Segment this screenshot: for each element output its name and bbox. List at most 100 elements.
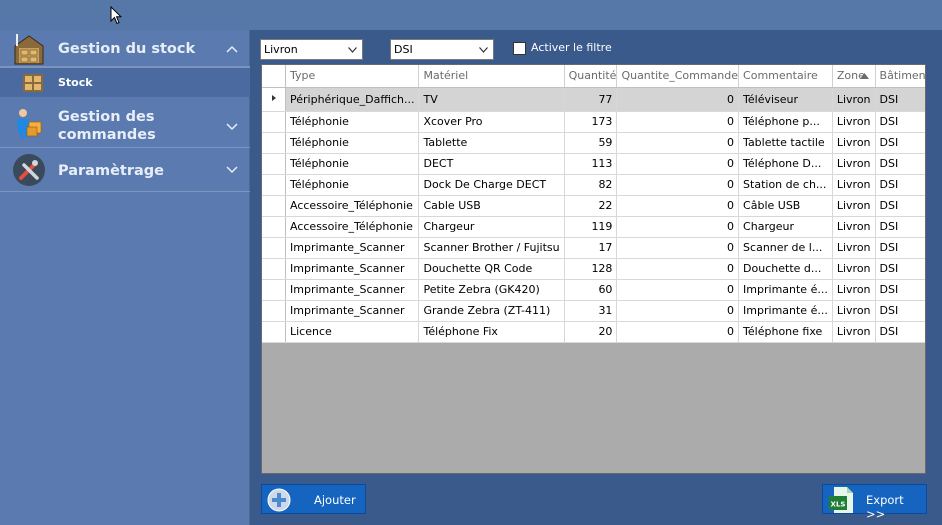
table-row[interactable]: Téléphonie Tablette 59 0 Tablette tactile Liv… [262,132,925,154]
table-cell[interactable]: 17 [564,237,618,259]
table-cell[interactable]: Périphérique_Daffich... [285,87,420,112]
table-cell[interactable]: 0 [616,132,740,154]
table-cell[interactable]: Livron [832,87,876,112]
table-cell[interactable]: 82 [564,174,618,196]
table-cell[interactable]: Imprimante_Scanner [285,300,420,322]
table-row[interactable]: Imprimante_Scanner Scanner Brother / Fuji… [262,237,925,259]
table-row[interactable]: Imprimante_Scanner Grande Zebra (ZT-411) 3… [262,300,925,322]
table-cell[interactable]: 22 [564,195,618,217]
table-cell[interactable]: Imprimante é... [738,279,833,301]
table-cell[interactable]: DSI [875,279,925,301]
table-cell[interactable]: Livron [832,300,876,322]
table-cell[interactable]: Livron [832,174,876,196]
table-cell[interactable]: 0 [616,300,740,322]
table-cell[interactable]: Imprimante é... [738,300,833,322]
table-cell[interactable]: 0 [616,111,740,133]
table-cell[interactable]: Chargeur [738,216,833,238]
column-header-sorted[interactable]: Zone [832,65,876,88]
table-cell[interactable]: 0 [616,258,740,280]
table-cell[interactable]: Cable USB [418,195,565,217]
table-cell[interactable]: DSI [875,174,925,196]
chevron-down-icon[interactable] [226,123,238,131]
table-cell[interactable]: Téléphone p... [738,111,833,133]
table-cell[interactable]: Livron [832,216,876,238]
table-cell[interactable]: Accessoire_Téléphonie [285,195,420,217]
group-parametrage[interactable]: Paramètrage [0,148,250,192]
table-cell[interactable]: 173 [564,111,618,133]
table-cell[interactable]: 0 [616,216,740,238]
table-cell[interactable]: Scanner Brother / Fujitsu [418,237,565,259]
table-cell[interactable]: TV [418,87,565,112]
table-cell[interactable]: DSI [875,195,925,217]
sidebar-item-stock[interactable]: Stock [0,67,250,97]
row-selector[interactable] [262,258,286,280]
table-row[interactable]: Téléphonie Dock De Charge DECT 82 0 Station … [262,174,925,196]
export-button[interactable]: XLS Export >> [822,484,927,521]
table-row[interactable]: Licence Téléphone Fix 20 0 Téléphone fixe Liv… [262,321,925,343]
table-cell[interactable]: Téléviseur [738,87,833,112]
table-cell[interactable]: 0 [616,237,740,259]
table-cell[interactable]: Accessoire_Téléphonie [285,216,420,238]
zone-filter-dropdown[interactable]: Livron [260,39,363,60]
row-selector[interactable] [262,216,286,238]
table-cell[interactable]: Chargeur [418,216,565,238]
table-cell[interactable]: Livron [832,111,876,133]
table-row[interactable]: Imprimante_Scanner Douchette QR Code 128 0 D… [262,258,925,280]
table-cell[interactable]: 119 [564,216,618,238]
row-selector[interactable] [262,153,286,175]
table-cell[interactable]: Livron [832,195,876,217]
table-cell[interactable]: Douchette QR Code [418,258,565,280]
table-cell[interactable]: Téléphone D... [738,153,833,175]
table-cell[interactable]: DSI [875,300,925,322]
table-cell[interactable]: Station de ch... [738,174,833,196]
row-selector[interactable] [262,195,286,217]
row-selector[interactable] [262,300,286,322]
table-cell[interactable]: Grande Zebra (ZT-411) [418,300,565,322]
table-cell[interactable]: DSI [875,216,925,238]
table-cell[interactable]: Livron [832,321,876,343]
table-row[interactable]: Téléphonie DECT 113 0 Téléphone D... Livron DS… [262,153,925,175]
table-row[interactable]: Accessoire_Téléphonie Cable USB 22 0 Câble U… [262,195,925,217]
table-cell[interactable]: Imprimante_Scanner [285,258,420,280]
table-row[interactable]: Téléphonie Xcover Pro 173 0 Téléphone p... Li… [262,111,925,133]
group-gestion-des-commandes[interactable]: Gestion des commandes [0,98,250,148]
table-cell[interactable]: 128 [564,258,618,280]
table-cell[interactable]: Téléphonie [285,111,420,133]
table-cell[interactable]: Livron [832,153,876,175]
table-cell[interactable]: Imprimante_Scanner [285,279,420,301]
table-cell[interactable]: 20 [564,321,618,343]
batiment-filter-dropdown[interactable]: DSI [390,39,494,60]
table-cell[interactable]: Téléphonie [285,132,420,154]
table-cell[interactable]: DSI [875,132,925,154]
table-cell[interactable]: DSI [875,87,925,112]
column-header[interactable]: Matériel [418,65,565,88]
table-cell[interactable]: Imprimante_Scanner [285,237,420,259]
column-header[interactable]: Quantite_Commande [616,65,740,88]
table-cell[interactable]: Téléphonie [285,153,420,175]
column-header[interactable]: Commentaire [738,65,833,88]
chevron-down-icon[interactable] [226,166,238,174]
table-cell[interactable]: 0 [616,195,740,217]
table-cell[interactable]: 77 [564,87,618,112]
table-row[interactable]: Accessoire_Téléphonie Chargeur 119 0 Chargeu… [262,216,925,238]
table-cell[interactable]: 0 [616,279,740,301]
column-header[interactable]: Type [285,65,420,88]
table-row[interactable]: Périphérique_Daffich... TV 77 0 Téléviseur Li… [262,87,925,112]
table-cell[interactable]: DSI [875,153,925,175]
activate-filter-label[interactable]: Activer le filtre [531,41,612,54]
table-cell[interactable]: DSI [875,237,925,259]
table-cell[interactable]: Téléphonie [285,174,420,196]
table-cell[interactable]: 60 [564,279,618,301]
table-cell[interactable]: 0 [616,87,740,112]
row-selector[interactable] [262,111,286,133]
table-cell[interactable]: 31 [564,300,618,322]
table-cell[interactable]: 113 [564,153,618,175]
stock-data-grid[interactable]: Type Matériel Quantité Quantite_Commande… [261,64,926,474]
table-cell[interactable]: Licence [285,321,420,343]
row-selector[interactable] [262,174,286,196]
row-selector[interactable] [262,237,286,259]
table-cell[interactable]: Câble USB [738,195,833,217]
row-selector[interactable] [262,87,286,112]
column-header[interactable]: Quantité [564,65,618,88]
table-cell[interactable]: 59 [564,132,618,154]
